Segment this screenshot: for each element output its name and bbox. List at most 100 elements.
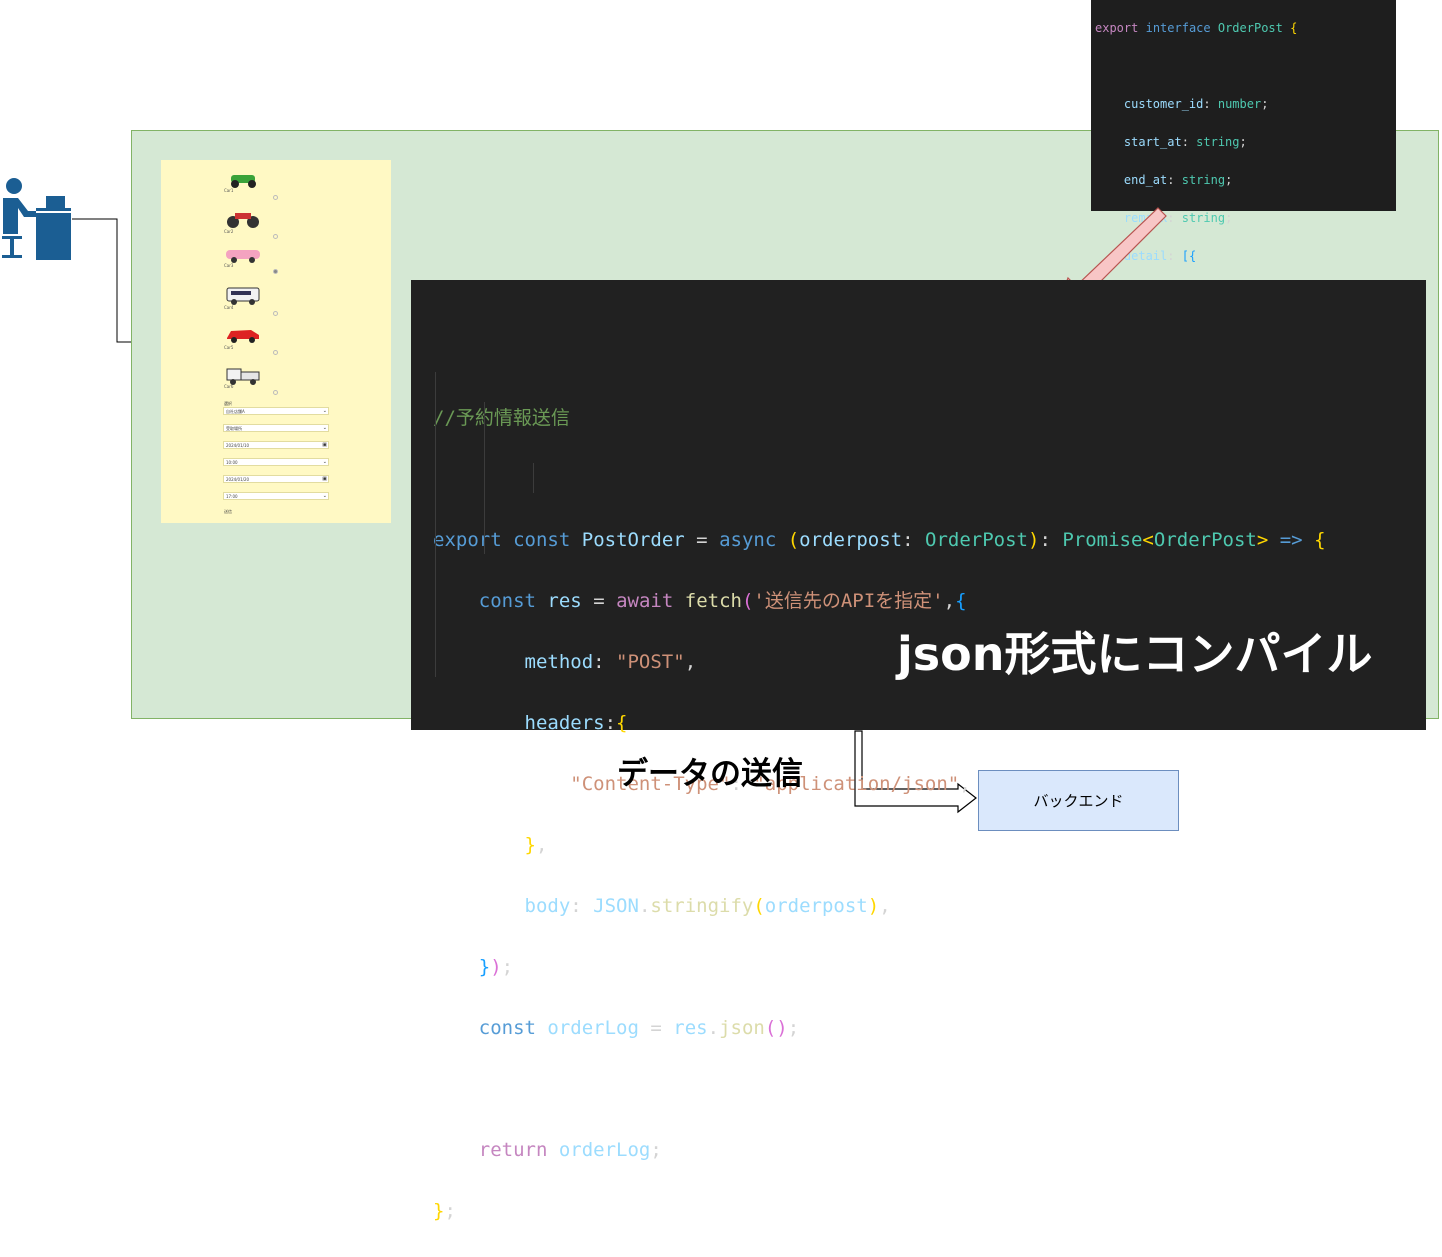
start-time-select[interactable]: 10:00 ⌄ [223, 458, 329, 466]
chevron-down-icon: ⌄ [322, 425, 327, 431]
chevron-down-icon: ⌄ [322, 408, 327, 414]
code-token: return [478, 1139, 548, 1161]
indent-guide [435, 372, 436, 677]
code-token: } [433, 1200, 445, 1222]
code-token: ( [787, 529, 800, 551]
calendar-icon: ▣ [322, 476, 327, 482]
field-value: 17:00 [226, 494, 238, 499]
code-token: const [478, 1017, 536, 1039]
code-token: await [616, 590, 674, 612]
code-token: : [902, 529, 914, 551]
car-label: Car3 [224, 263, 234, 268]
white-van-icon [226, 287, 260, 305]
car-radio[interactable] [273, 350, 278, 355]
car-radio[interactable] [273, 311, 278, 316]
car-label: Car5 [224, 345, 234, 350]
field-value: 10:00 [226, 460, 238, 465]
car-radio[interactable] [273, 195, 278, 200]
end-date-input[interactable]: 2024/01/20 ▣ [223, 475, 329, 483]
code-token: body [524, 895, 571, 917]
code-token: ) [867, 895, 880, 917]
car-label: Car2 [224, 229, 234, 234]
red-car-icon [227, 330, 259, 343]
chevron-down-icon: ⌄ [322, 459, 327, 465]
code-token: OrderPost [1153, 529, 1257, 551]
code-token: { [955, 590, 967, 612]
code-token: ) [490, 956, 502, 978]
code-token: : [1039, 529, 1051, 551]
code-token: OrderPost [925, 529, 1028, 551]
code-token: fetch [684, 590, 742, 612]
code-token: , [943, 590, 956, 612]
code-token: start_at [1123, 135, 1182, 149]
code-token: } [478, 956, 491, 978]
code-token: interface [1145, 21, 1211, 35]
code-token: "POST" [616, 651, 685, 673]
code-token: json [719, 1017, 765, 1039]
code-token: => [1279, 529, 1303, 551]
submit-button[interactable]: 送信 [224, 509, 232, 515]
code-token: , [684, 651, 697, 673]
code-token: orderpost [764, 895, 868, 917]
car-radio[interactable] [273, 269, 278, 274]
code-token: ; [501, 956, 514, 978]
code-token: ) [1027, 529, 1040, 551]
app-preview-screenshot: Car1 Car2 Car3 Car4 Car5 Car6 選択 自社店舗A ⌄ … [161, 160, 391, 523]
compile-caption: json形式にコンパイル [897, 627, 1373, 681]
code-token: ( [753, 895, 765, 917]
start-date-input[interactable]: 2024/01/10 ▣ [223, 441, 329, 449]
code-token: { [1290, 21, 1298, 35]
code-token: orderpost [799, 529, 903, 551]
code-token: JSON [593, 895, 639, 917]
code-token: '送信先のAPIを指定' [753, 590, 944, 612]
code-token: < [1142, 529, 1154, 551]
field-value: 2024/01/10 [226, 443, 250, 448]
code-token: = [593, 590, 605, 612]
code-comment: //予約情報送信 [433, 407, 570, 429]
send-data-label: データの送信 [617, 756, 803, 792]
field-value: 自社店舗A [226, 409, 245, 414]
end-time-select[interactable]: 17:00 ⌄ [223, 492, 329, 500]
code-token: = [696, 529, 708, 551]
interface-code-block: export interface OrderPost { customer_id… [1091, 0, 1396, 415]
code-token: customer_id [1123, 97, 1204, 111]
indent-guide [484, 402, 485, 554]
code-token: orderLog [558, 1139, 651, 1161]
code-token: headers [524, 712, 605, 734]
code-token: orderLog [547, 1017, 639, 1039]
car-label: Car1 [224, 188, 234, 193]
shop-select[interactable]: 自社店舗A ⌄ [223, 407, 329, 415]
code-token: () [764, 1017, 788, 1039]
code-token: { [1314, 529, 1326, 551]
code-token: ; [650, 1139, 662, 1161]
code-token: PostOrder [581, 529, 685, 551]
code-token: ; [444, 1200, 456, 1222]
car-radio[interactable] [273, 234, 278, 239]
backend-box: バックエンド [978, 770, 1179, 831]
code-token: export [433, 529, 502, 551]
code-token: number [1217, 97, 1262, 111]
place-select[interactable]: 受取場所 ⌄ [223, 424, 329, 432]
code-token: , [879, 895, 891, 917]
field-value: 2024/01/20 [226, 477, 250, 482]
code-token: string [1181, 211, 1226, 225]
code-token: OrderPost [1217, 21, 1283, 35]
car-label: Car6 [224, 384, 234, 389]
car-radio[interactable] [273, 390, 278, 395]
code-token: string [1196, 135, 1240, 149]
backend-label: バックエンド [1033, 792, 1124, 810]
code-token: > [1256, 529, 1269, 551]
code-token: Promise [1062, 529, 1143, 551]
code-token: export [1095, 21, 1139, 35]
car-label: Car4 [224, 305, 234, 310]
code-token: stringify [650, 895, 754, 917]
motorcycle-icon [227, 213, 259, 228]
code-token: res [673, 1017, 708, 1039]
code-token: } [524, 834, 536, 856]
user-at-desk-icon [2, 178, 71, 260]
calendar-icon: ▣ [322, 442, 327, 448]
indent-guide [533, 463, 534, 493]
code-token: const [513, 529, 571, 551]
code-token: res [547, 590, 582, 612]
code-token: , [959, 773, 971, 795]
